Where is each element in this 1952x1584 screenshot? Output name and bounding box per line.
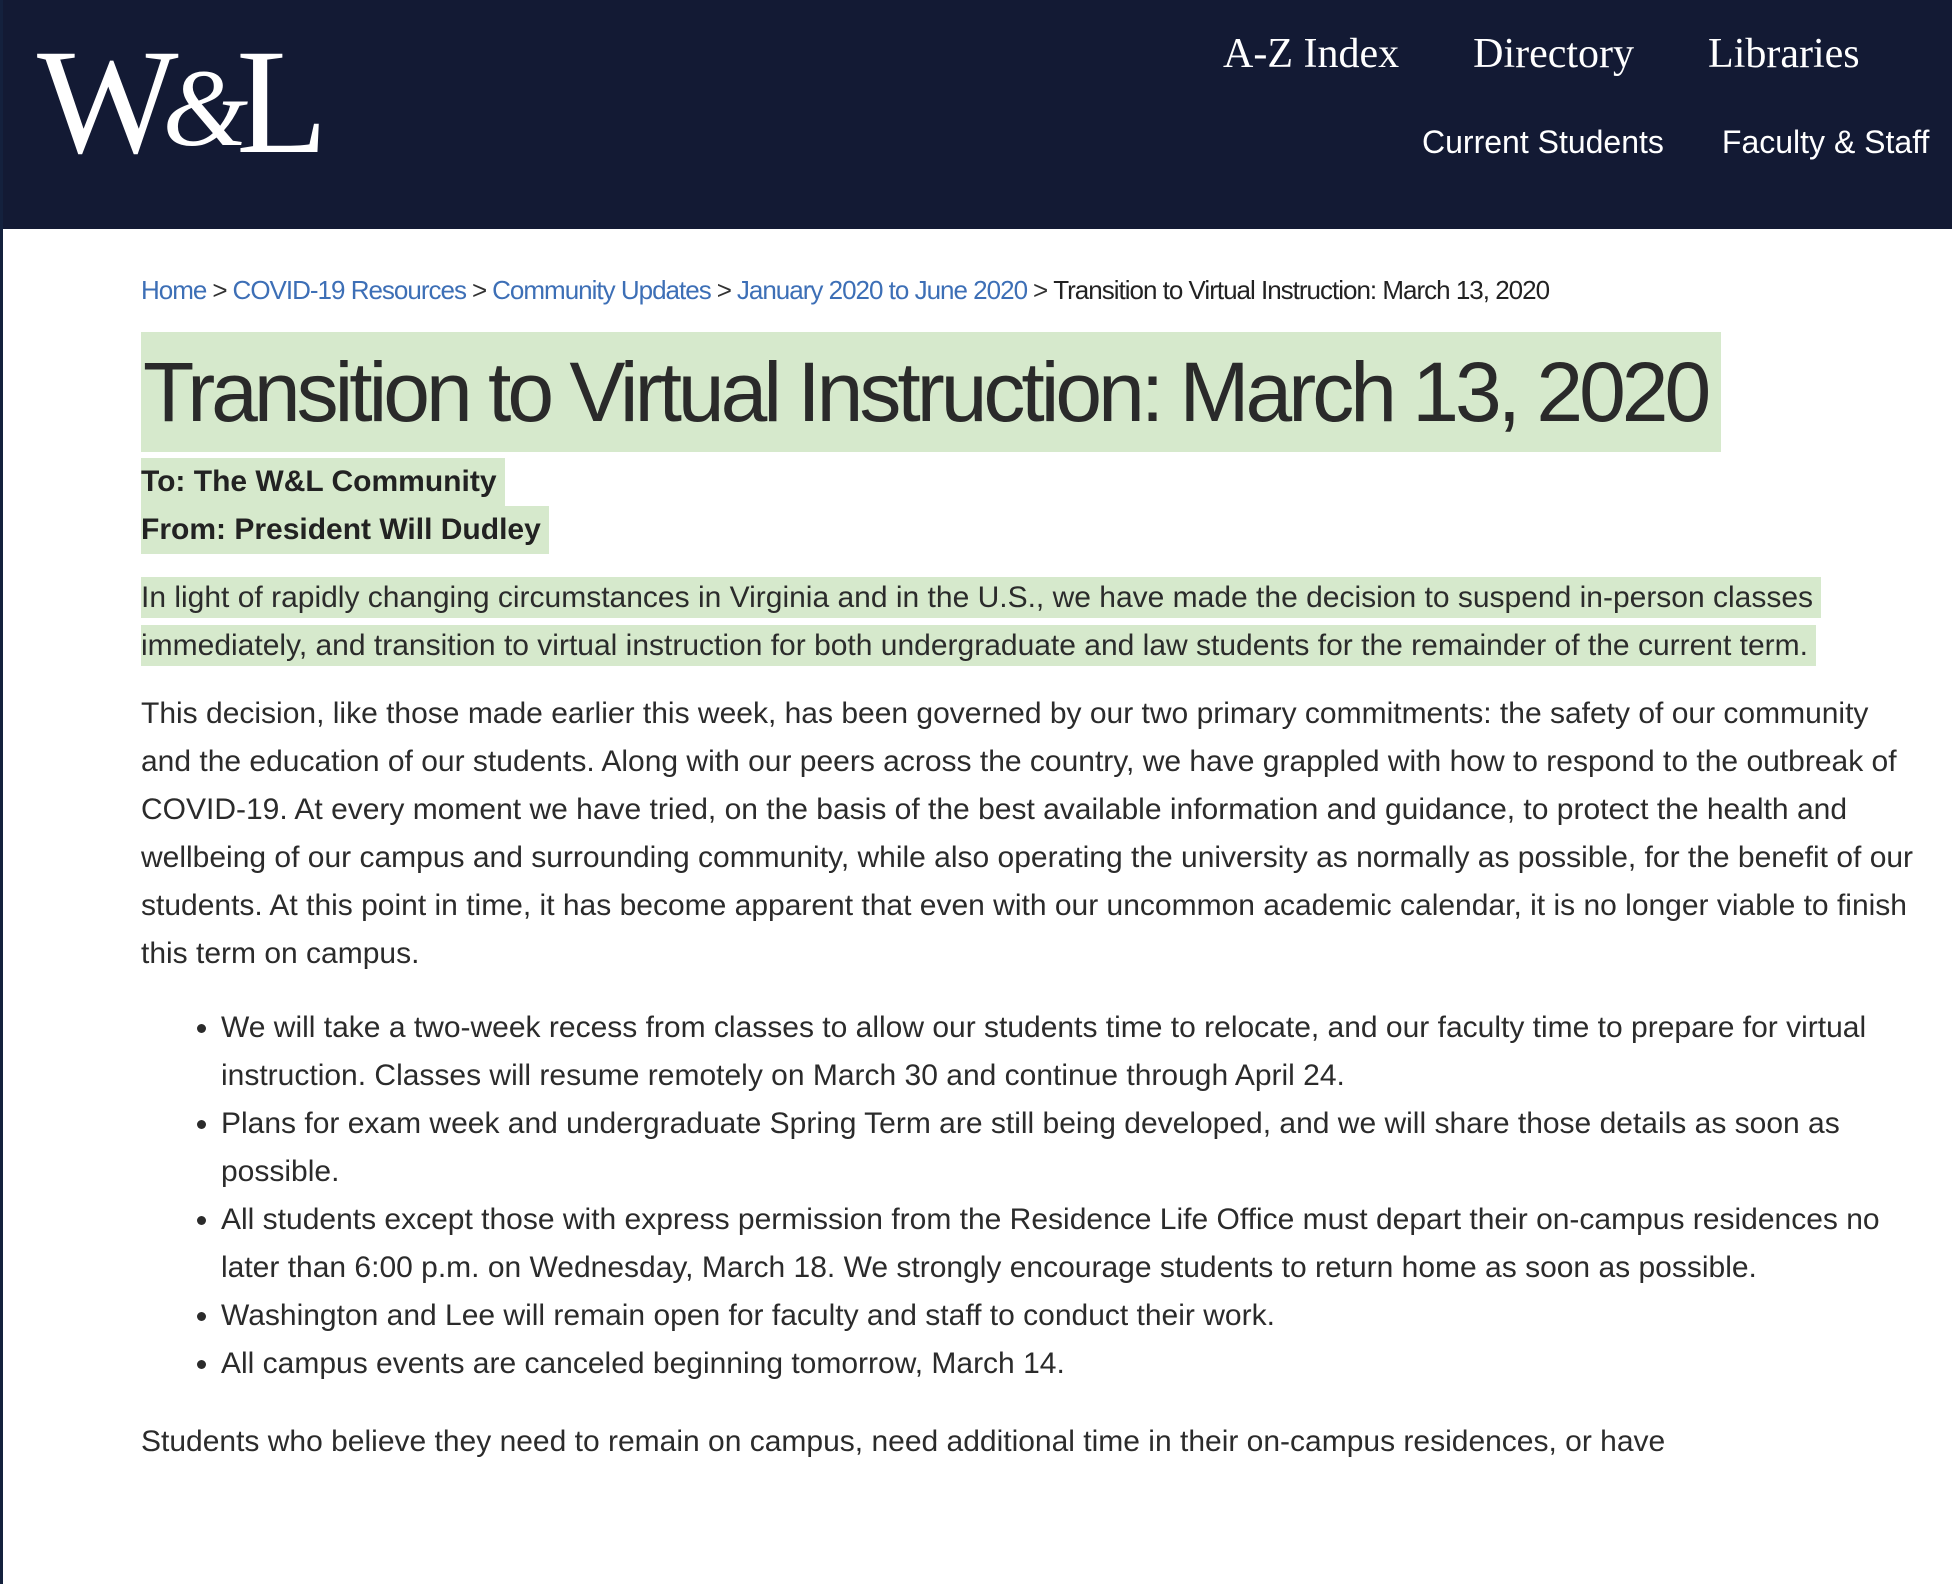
breadcrumb-separator: > (471, 275, 487, 305)
body-paragraph-truncated: Students who believe they need to remain… (141, 1425, 1666, 1458)
intro-paragraph: In light of rapidly changing circumstanc… (141, 574, 1921, 670)
list-item: All campus events are canceled beginning… (221, 1340, 1921, 1388)
breadcrumb-separator: > (1033, 275, 1048, 305)
breadcrumb-jan-jun-2020[interactable]: January 2020 to June 2020 (737, 275, 1028, 305)
page-title: Transition to Virtual Instruction: March… (141, 332, 1722, 452)
breadcrumb-covid-resources[interactable]: COVID-19 Resources (233, 275, 467, 305)
main-content: Home > COVID-19 Resources > Community Update… (141, 268, 1921, 1466)
memo-from-line: From: President Will Dudley (141, 506, 549, 554)
breadcrumb-community-updates[interactable]: Community Updates (492, 275, 712, 305)
utility-nav: A-Z Index Directory Libraries (1223, 30, 1860, 78)
logo-letter-w: W (37, 19, 179, 185)
body-paragraph: This decision, like those made earlier t… (141, 697, 1914, 970)
breadcrumb-separator: > (212, 275, 227, 305)
site-header: W & L A-Z Index Directory Libraries Curren… (3, 0, 1952, 229)
audience-nav: Current Students Faculty & Staff (1422, 124, 1929, 161)
nav-link-faculty-staff[interactable]: Faculty & Staff (1722, 124, 1930, 161)
highlighted-intro-text: In light of rapidly changing circumstanc… (141, 577, 1822, 666)
memo-to-line: To: The W&L Community (141, 458, 505, 506)
nav-link-current-students[interactable]: Current Students (1422, 124, 1664, 161)
nav-link-libraries[interactable]: Libraries (1708, 30, 1860, 78)
breadcrumb-separator: > (716, 275, 732, 305)
action-list: We will take a two-week recess from clas… (141, 1004, 1921, 1388)
browser-page: W & L A-Z Index Directory Libraries Curren… (0, 0, 1952, 1584)
breadcrumb-home[interactable]: Home (141, 275, 207, 305)
memo-header: To: The W&L Community From: President Wi… (141, 458, 1921, 554)
logo-letter-l: L (236, 19, 328, 185)
wl-logo[interactable]: W & L (37, 19, 328, 185)
breadcrumb: Home > COVID-19 Resources > Community Update… (141, 268, 1921, 312)
nav-link-az-index[interactable]: A-Z Index (1223, 30, 1399, 78)
nav-link-directory[interactable]: Directory (1473, 30, 1634, 78)
list-item: Plans for exam week and undergraduate Sp… (221, 1100, 1921, 1196)
list-item: We will take a two-week recess from clas… (221, 1004, 1921, 1100)
breadcrumb-current: Transition to Virtual Instruction: March… (1053, 275, 1550, 305)
logo-ampersand: & (162, 47, 249, 169)
list-item: All students except those with express p… (221, 1196, 1921, 1292)
list-item: Washington and Lee will remain open for … (221, 1292, 1921, 1340)
